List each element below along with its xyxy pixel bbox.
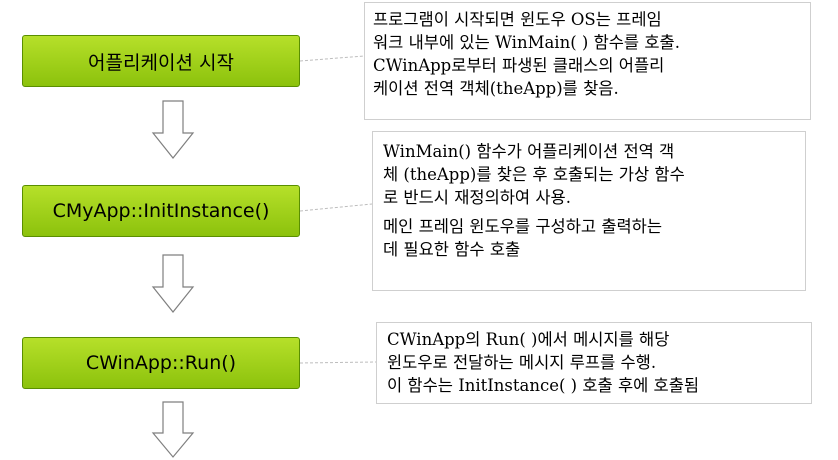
down-arrow-2-icon xyxy=(151,254,195,313)
note-line: 케이션 전역 객체(theApp)를 찾음. xyxy=(373,79,619,98)
note-line: CWinApp로부터 파생된 클래스의 어플리 xyxy=(373,56,665,75)
note-line: 로 반드시 재정의하여 사용. xyxy=(383,188,571,207)
note-line: 워크 내부에 있는 WinMain( ) 함수를 호출. xyxy=(373,33,680,52)
note-line: 윈도우로 전달하는 메시지 루프를 수행. xyxy=(387,353,657,372)
note-line: 메인 프레임 윈도우를 구성하고 출력하는 xyxy=(383,217,663,236)
note-line: CWinApp의 Run( )에서 메시지를 해당 xyxy=(387,330,670,349)
note-line: WinMain() 함수가 어플리케이션 전역 객 xyxy=(383,142,675,161)
flow-diagram: 어플리케이션 시작 CMyApp::InitInstance() CWinApp… xyxy=(0,0,838,460)
note-line: 이 함수는 InitInstance( ) 호출 후에 호출됨 xyxy=(387,376,700,395)
note-init-instance: WinMain() 함수가 어플리케이션 전역 객 체 (theApp)를 찾은… xyxy=(372,131,806,291)
note-line: 데 필요한 함수 호출 xyxy=(383,240,521,259)
down-arrow-3-icon xyxy=(151,401,195,458)
note-app-start: 프로그램이 시작되면 윈도우 OS는 프레임 워크 내부에 있는 WinMain… xyxy=(364,2,811,120)
note-run: CWinApp의 Run( )에서 메시지를 해당 윈도우로 전달하는 메시지 … xyxy=(376,322,812,404)
note-line: 프로그램이 시작되면 윈도우 OS는 프레임 xyxy=(373,10,662,29)
note-line: 체 (theApp)를 찾은 후 호출되는 가상 함수 xyxy=(383,165,685,184)
down-arrow-1-icon xyxy=(151,100,195,159)
